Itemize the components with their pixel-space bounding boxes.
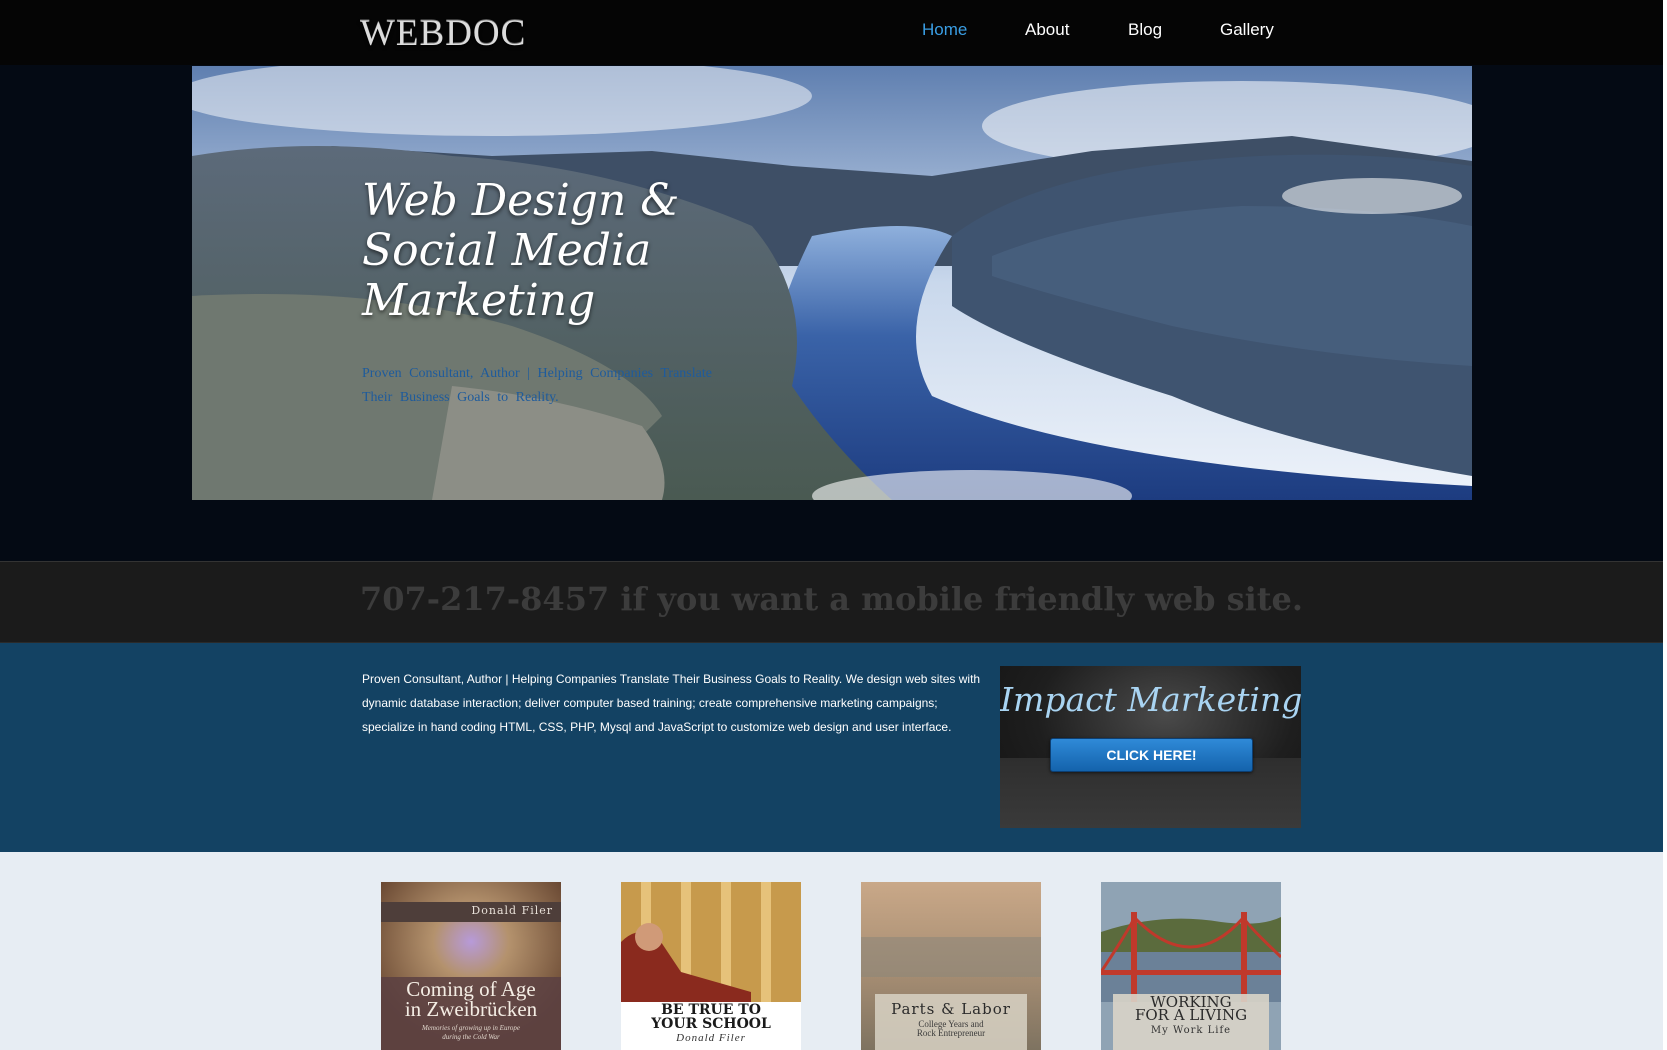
nav-home-link[interactable]: Home bbox=[922, 20, 967, 40]
click-here-button[interactable]: CLICK HERE! bbox=[1050, 738, 1253, 772]
nav-gallery-link[interactable]: Gallery bbox=[1220, 20, 1274, 40]
book-title: Parts & Labor bbox=[891, 1000, 1011, 1018]
hero-subtitle: Proven Consultant, Author | Helping Comp… bbox=[362, 366, 712, 405]
book-subtitle: College Years and Rock Entrepreneur bbox=[916, 1019, 986, 1038]
book-cover-working-living[interactable]: WORKING FOR A LIVING My Work Life bbox=[1101, 882, 1281, 1050]
book-cover-coming-of-age[interactable]: Donald Filer Coming of Age in Zweibrücke… bbox=[381, 882, 561, 1050]
phone-callout[interactable]: 707-217-8457 if you want a mobile friend… bbox=[360, 580, 1303, 618]
book-title: WORKING FOR A LIVING bbox=[1134, 993, 1248, 1024]
book-subtitle: My Work Life bbox=[1150, 1025, 1232, 1036]
book-title: BE TRUE TO YOUR SCHOOL bbox=[651, 1002, 771, 1032]
nav-about-link[interactable]: About bbox=[1025, 20, 1069, 40]
main-nav: Home About Blog Gallery bbox=[0, 20, 1663, 44]
promo-title: Impact Marketing bbox=[1000, 680, 1301, 719]
books-row: Donald Filer Coming of Age in Zweibrücke… bbox=[0, 852, 1663, 1050]
hero-title: Web Design & Social Media Marketing bbox=[362, 175, 680, 326]
hero-banner: Web Design & Social Media Marketing Prov… bbox=[192, 66, 1472, 500]
book-title: Coming of Age in Zweibrücken bbox=[404, 977, 538, 1021]
book-author: Donald Filer bbox=[676, 1032, 746, 1044]
site-header: WEBDOC Home About Blog Gallery bbox=[0, 0, 1663, 65]
intro-paragraph: Proven Consultant, Author | Helping Comp… bbox=[362, 672, 981, 734]
intro-band: Proven Consultant, Author | Helping Comp… bbox=[0, 643, 1663, 852]
book-cover-parts-labor[interactable]: Parts & Labor College Years and Rock Ent… bbox=[861, 882, 1041, 1050]
nav-blog-link[interactable]: Blog bbox=[1128, 20, 1162, 40]
book-author: Donald Filer bbox=[471, 904, 553, 917]
page: WEBDOC Home About Blog Gallery Web Desig… bbox=[0, 0, 1667, 1050]
book-subtitle: Memories of growing up in Europe during … bbox=[421, 1024, 521, 1041]
book-cover-be-true[interactable]: BE TRUE TO YOUR SCHOOL Donald Filer bbox=[621, 882, 801, 1050]
impact-marketing-promo[interactable]: Impact Marketing CLICK HERE! bbox=[1000, 666, 1301, 828]
phone-band: 707-217-8457 if you want a mobile friend… bbox=[0, 561, 1663, 643]
page-gutter bbox=[1663, 0, 1667, 1050]
